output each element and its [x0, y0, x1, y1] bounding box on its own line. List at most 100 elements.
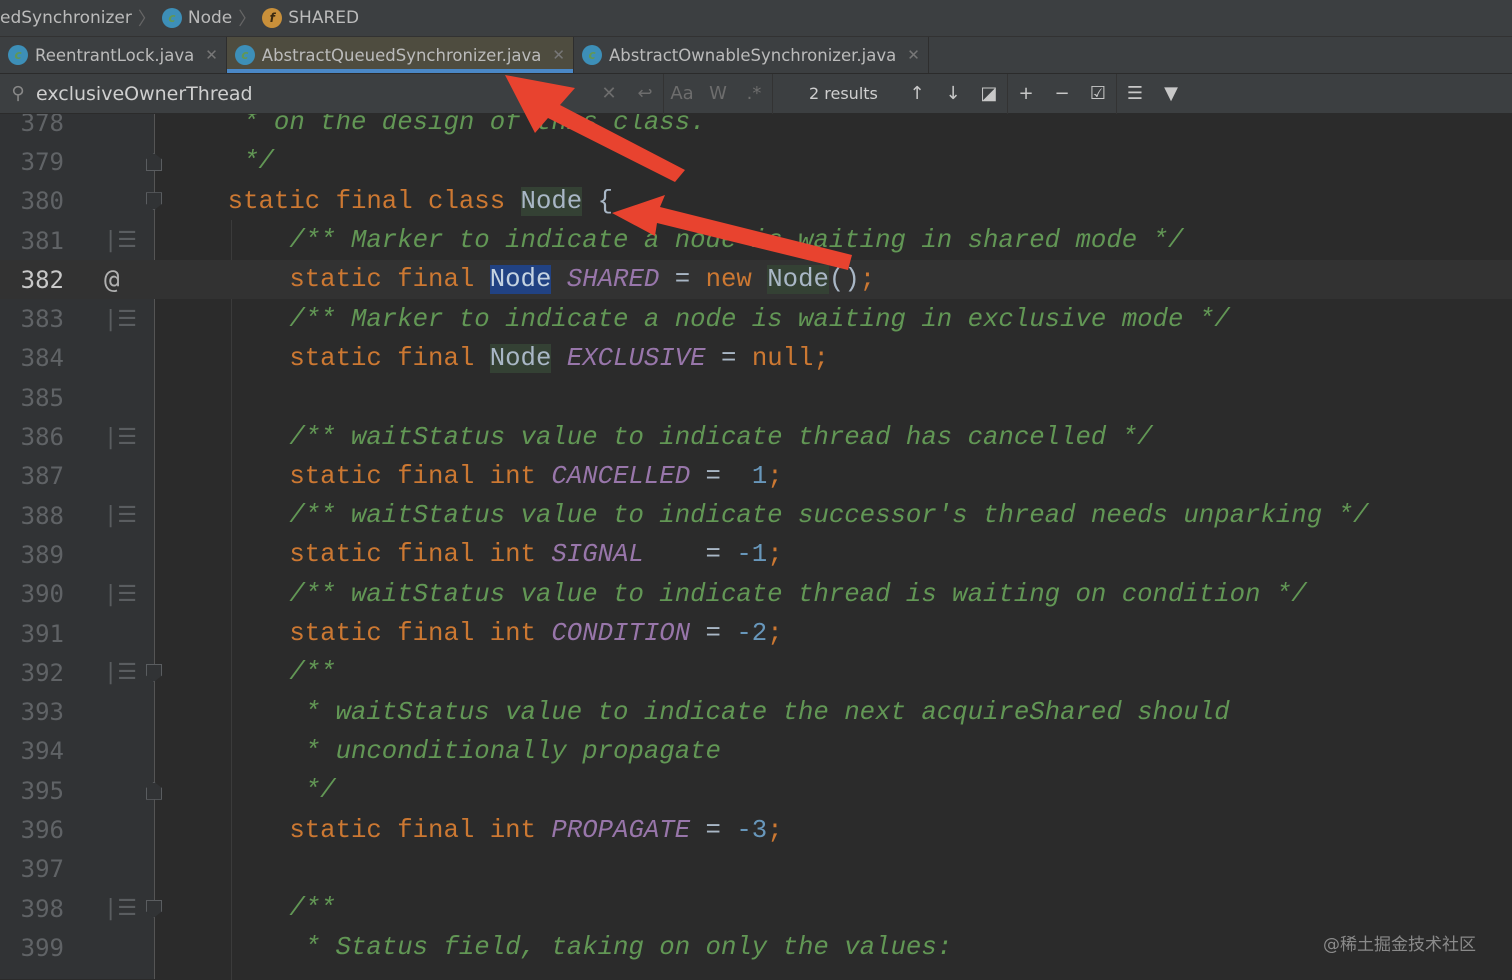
fold-marker-icon[interactable] — [146, 152, 162, 171]
code-line[interactable]: 391 static final int CONDITION = -2; — [0, 614, 1512, 653]
regex-button[interactable]: .* — [736, 83, 772, 104]
select-all-icon[interactable]: ◪ — [971, 83, 1007, 104]
doc-comment-icon[interactable]: |☰ — [104, 582, 137, 607]
remove-selection-icon[interactable]: − — [1044, 83, 1080, 104]
code-line[interactable]: 380 static final class Node { — [0, 182, 1512, 221]
tab-label: ReentrantLock.java — [35, 45, 195, 65]
line-number: 381 — [20, 226, 64, 255]
filter-icon[interactable]: ▼ — [1153, 83, 1189, 104]
code-token: CONDITION — [551, 619, 691, 649]
line-number: 385 — [20, 383, 64, 412]
fold-marker-icon[interactable] — [146, 899, 162, 918]
select-all-occurrences-icon[interactable]: ☑ — [1080, 83, 1116, 104]
code-line[interactable]: 398 |☰ /** — [0, 889, 1512, 928]
code-token: new — [705, 265, 768, 295]
code-line[interactable]: 399 * Status field, taking on only the v… — [0, 928, 1512, 967]
close-icon[interactable]: ✕ — [205, 46, 218, 64]
code-line[interactable]: 393 * waitStatus value to indicate the n… — [0, 693, 1512, 732]
code-token: static final class — [166, 186, 521, 216]
line-number: 395 — [20, 776, 64, 805]
code-token: static final int — [166, 619, 552, 649]
code-text: /** — [166, 658, 335, 687]
code-line[interactable]: 388 |☰ /** waitStatus value to indicate s… — [0, 496, 1512, 535]
doc-comment-icon[interactable]: |☰ — [104, 503, 137, 528]
fold-marker-icon[interactable] — [146, 781, 162, 800]
tab-reentrantlock[interactable]: c ReentrantLock.java ✕ — [0, 37, 227, 73]
code-token: EXCLUSIVE — [566, 343, 706, 373]
close-icon[interactable]: ✕ — [907, 46, 920, 64]
code-line[interactable]: 390 |☰ /** waitStatus value to indicate t… — [0, 575, 1512, 614]
annotation-icon[interactable]: @ — [104, 265, 120, 295]
line-number: 396 — [20, 816, 64, 845]
code-line[interactable]: 395 */ — [0, 771, 1512, 810]
code-text: */ — [166, 776, 336, 805]
arrow-down-icon[interactable]: ↓ — [935, 83, 971, 104]
breadcrumb-item-class[interactable]: edSynchronizer — [0, 8, 132, 28]
doc-comment-icon[interactable]: |☰ — [104, 896, 137, 921]
code-text: static final Node EXCLUSIVE = null; — [166, 343, 829, 373]
line-number: 388 — [20, 501, 64, 530]
editor-tabs: c ReentrantLock.java ✕ c AbstractQueuedSync… — [0, 37, 1512, 74]
fold-marker-icon[interactable] — [146, 663, 162, 682]
code-line[interactable]: 381 |☰ /** Marker to indicate a node is w… — [0, 221, 1512, 260]
code-token: = — [705, 343, 752, 373]
code-editor[interactable]: 378 * on the design of this class. 379 */… — [0, 114, 1512, 979]
code-token: Node — [489, 343, 552, 373]
doc-comment-icon[interactable]: |☰ — [104, 425, 137, 450]
code-line[interactable]: 389 static final int SIGNAL = -1; — [0, 535, 1512, 574]
doc-comment-icon[interactable]: |☰ — [104, 307, 137, 332]
add-selection-icon[interactable]: + — [1008, 83, 1044, 104]
code-token: */ — [166, 147, 274, 177]
code-line[interactable]: 396 static final int PROPAGATE = -3; — [0, 810, 1512, 849]
line-number: 384 — [20, 344, 64, 373]
code-line[interactable]: 385 — [0, 378, 1512, 417]
line-number: 391 — [20, 619, 64, 648]
tab-abstractqueuedsynchronizer[interactable]: c AbstractQueuedSynchronizer.java ✕ — [226, 37, 574, 73]
code-token: * unconditionally propagate — [166, 736, 721, 766]
arrow-up-icon[interactable]: ↑ — [899, 83, 935, 104]
fold-marker-icon[interactable] — [146, 192, 162, 211]
search-input[interactable]: exclusiveOwnerThread — [36, 83, 591, 105]
clear-icon[interactable]: ✕ — [591, 83, 627, 104]
code-line[interactable]: 379 */ — [0, 142, 1512, 181]
tab-label: AbstractOwnableSynchronizer.java — [609, 45, 897, 65]
line-number: 397 — [20, 855, 64, 884]
code-line[interactable]: 383 |☰ /** Marker to indicate a node is w… — [0, 300, 1512, 339]
breadcrumb-item-node[interactable]: c Node — [161, 8, 232, 28]
tab-label: AbstractQueuedSynchronizer.java — [261, 45, 542, 65]
match-case-button[interactable]: Aa — [664, 83, 700, 104]
code-token: PROPAGATE — [551, 815, 691, 845]
code-line[interactable]: 397 — [0, 850, 1512, 889]
code-line[interactable]: 386 |☰ /** waitStatus value to indicate t… — [0, 417, 1512, 456]
breadcrumb-item-shared[interactable]: f SHARED — [262, 8, 359, 28]
line-number: 393 — [20, 698, 64, 727]
words-button[interactable]: W — [700, 83, 736, 104]
filter-options-icon[interactable]: ☰ — [1117, 83, 1153, 104]
code-line[interactable]: 382 @ static final Node SHARED = new Node… — [0, 260, 1512, 300]
code-line[interactable]: 392 |☰ /** — [0, 653, 1512, 692]
code-token: -1 — [736, 540, 768, 570]
code-line[interactable]: 378 * on the design of this class. — [0, 114, 1512, 142]
code-token: = — [643, 540, 737, 570]
code-token: ; — [767, 619, 783, 649]
code-line[interactable]: 387 static final int CANCELLED = 1; — [0, 457, 1512, 496]
code-text: /** waitStatus value to indicate success… — [166, 501, 1368, 530]
code-line[interactable]: 394 * unconditionally propagate — [0, 732, 1512, 771]
doc-comment-icon[interactable]: |☰ — [104, 660, 137, 685]
results-count: 2 results — [809, 84, 878, 103]
search-icon[interactable]: ⚲ — [0, 83, 36, 104]
new-line-icon[interactable]: ↩ — [627, 83, 663, 104]
tab-abstractownablesynchronizer[interactable]: c AbstractOwnableSynchronizer.java ✕ — [574, 37, 929, 73]
line-number: 382 — [20, 265, 64, 294]
code-token: static final — [166, 343, 490, 373]
code-line[interactable]: 384 static final Node EXCLUSIVE = null; — [0, 339, 1512, 378]
close-icon[interactable]: ✕ — [552, 46, 565, 64]
line-number: 380 — [20, 187, 64, 216]
breadcrumb-label: SHARED — [288, 8, 360, 28]
code-text: static final class Node { — [166, 186, 613, 216]
code-token: Node — [489, 265, 552, 295]
doc-comment-icon[interactable]: |☰ — [104, 228, 137, 253]
line-number: 390 — [20, 580, 64, 609]
